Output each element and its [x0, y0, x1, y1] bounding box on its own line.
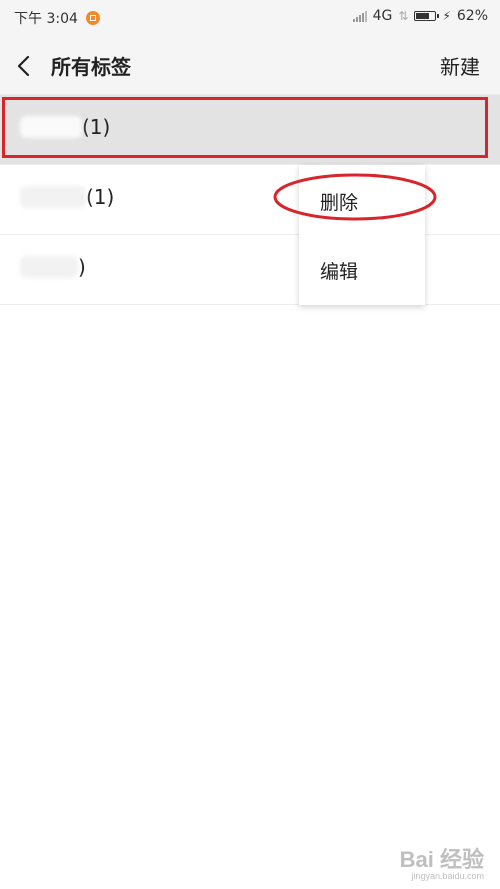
- tag-count: ): [78, 255, 86, 279]
- status-time: 下午 3:04: [14, 11, 78, 27]
- tag-count: (1): [86, 185, 115, 209]
- app-notification-icon: [85, 11, 100, 25]
- watermark-main: Bai 经验: [399, 847, 484, 872]
- battery-icon: [414, 11, 440, 21]
- annotation-rectangle: [2, 97, 488, 158]
- blurred-tag-name: [20, 186, 86, 208]
- app-header: 所有标签 新建: [0, 36, 500, 95]
- data-transfer-icon: ⇅: [398, 9, 409, 23]
- status-right: 4G ⇅ ⚡ 62%: [352, 8, 488, 24]
- baidu-watermark: Bai 经验 jingyan.baidu.com: [399, 847, 484, 882]
- charging-icon: ⚡: [442, 9, 451, 23]
- status-bar: 下午 3:04 4G ⇅ ⚡ 62%: [0, 0, 500, 36]
- network-type: 4G: [372, 8, 393, 24]
- new-tag-button[interactable]: 新建: [440, 51, 480, 80]
- edit-menu-item[interactable]: 编辑: [320, 257, 358, 284]
- annotation-ellipse: [273, 173, 437, 221]
- signal-icon: [352, 10, 367, 22]
- watermark-sub: jingyan.baidu.com: [411, 871, 484, 881]
- tag-label: (1): [20, 185, 114, 209]
- tag-label: ): [20, 255, 86, 279]
- tag-list-item[interactable]: ): [0, 235, 500, 305]
- status-left: 下午 3:04: [14, 8, 100, 28]
- battery-percent: 62%: [456, 8, 488, 24]
- page-title: 所有标签: [51, 55, 131, 79]
- back-arrow-icon[interactable]: [16, 54, 32, 78]
- blurred-tag-name: [20, 256, 78, 278]
